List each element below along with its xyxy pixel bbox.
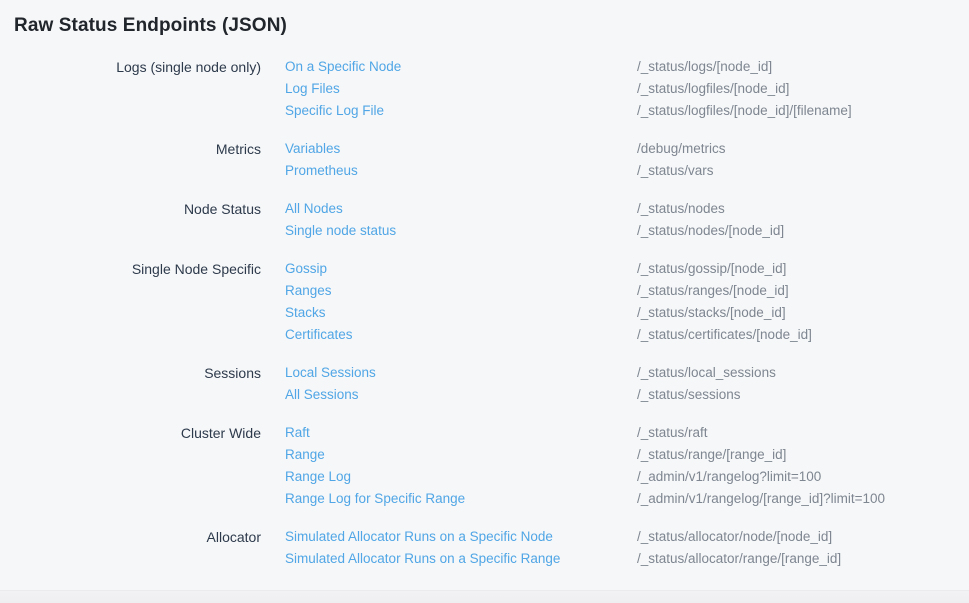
endpoint-link[interactable]: Prometheus	[285, 160, 637, 182]
endpoint-link[interactable]: Stacks	[285, 302, 637, 324]
endpoint-path: /_status/certificates/[node_id]	[637, 324, 812, 346]
endpoint-row: Simulated Allocator Runs on a Specific N…	[285, 526, 969, 548]
endpoint-group: Allocator Simulated Allocator Runs on a …	[0, 526, 969, 570]
endpoint-path: /_admin/v1/rangelog?limit=100	[637, 466, 821, 488]
category-label: Sessions	[0, 362, 285, 406]
category-label: Single Node Specific	[0, 258, 285, 346]
endpoint-path: /_status/logs/[node_id]	[637, 56, 772, 78]
category-label: Metrics	[0, 138, 285, 182]
page-title: Raw Status Endpoints (JSON)	[14, 13, 969, 39]
endpoint-row: Local Sessions /_status/local_sessions	[285, 362, 969, 384]
endpoint-path: /_status/allocator/range/[range_id]	[637, 548, 841, 570]
endpoint-link[interactable]: Specific Log File	[285, 100, 637, 122]
endpoint-link[interactable]: Local Sessions	[285, 362, 637, 384]
endpoint-rows: Local Sessions /_status/local_sessions A…	[285, 362, 969, 406]
endpoint-path: /_admin/v1/rangelog/[range_id]?limit=100	[637, 488, 885, 510]
endpoint-link[interactable]: Simulated Allocator Runs on a Specific R…	[285, 548, 637, 570]
endpoint-row: Gossip /_status/gossip/[node_id]	[285, 258, 969, 280]
endpoint-row: On a Specific Node /_status/logs/[node_i…	[285, 56, 969, 78]
endpoint-group: Logs (single node only) On a Specific No…	[0, 56, 969, 122]
endpoint-row: All Nodes /_status/nodes	[285, 198, 969, 220]
endpoint-path: /debug/metrics	[637, 138, 726, 160]
endpoint-rows: Gossip /_status/gossip/[node_id] Ranges …	[285, 258, 969, 346]
endpoint-link[interactable]: Variables	[285, 138, 637, 160]
endpoint-link[interactable]: Raft	[285, 422, 637, 444]
endpoint-row: Prometheus /_status/vars	[285, 160, 969, 182]
endpoint-path: /_status/nodes/[node_id]	[637, 220, 784, 242]
endpoint-path: /_status/ranges/[node_id]	[637, 280, 789, 302]
endpoint-link[interactable]: Ranges	[285, 280, 637, 302]
category-label: Allocator	[0, 526, 285, 570]
endpoint-link[interactable]: Gossip	[285, 258, 637, 280]
endpoint-path: /_status/logfiles/[node_id]/[filename]	[637, 100, 852, 122]
endpoint-row: Log Files /_status/logfiles/[node_id]	[285, 78, 969, 100]
category-label: Cluster Wide	[0, 422, 285, 510]
endpoint-path: /_status/local_sessions	[637, 362, 776, 384]
endpoint-path: /_status/logfiles/[node_id]	[637, 78, 789, 100]
endpoint-row: Range /_status/range/[range_id]	[285, 444, 969, 466]
endpoint-path: /_status/gossip/[node_id]	[637, 258, 786, 280]
endpoint-row: Certificates /_status/certificates/[node…	[285, 324, 969, 346]
endpoint-link[interactable]: All Sessions	[285, 384, 637, 406]
endpoint-path: /_status/allocator/node/[node_id]	[637, 526, 832, 548]
endpoint-row: Raft /_status/raft	[285, 422, 969, 444]
endpoint-link[interactable]: Certificates	[285, 324, 637, 346]
endpoint-row: All Sessions /_status/sessions	[285, 384, 969, 406]
endpoint-row: Ranges /_status/ranges/[node_id]	[285, 280, 969, 302]
endpoint-rows: Variables /debug/metrics Prometheus /_st…	[285, 138, 969, 182]
endpoint-link[interactable]: All Nodes	[285, 198, 637, 220]
endpoint-path: /_status/range/[range_id]	[637, 444, 786, 466]
category-label: Logs (single node only)	[0, 56, 285, 122]
category-label: Node Status	[0, 198, 285, 242]
footer-strip	[0, 590, 969, 603]
endpoint-rows: Simulated Allocator Runs on a Specific N…	[285, 526, 969, 570]
endpoint-rows: Raft /_status/raft Range /_status/range/…	[285, 422, 969, 510]
endpoint-group: Node Status All Nodes /_status/nodes Sin…	[0, 198, 969, 242]
endpoint-row: Stacks /_status/stacks/[node_id]	[285, 302, 969, 324]
endpoint-path: /_status/nodes	[637, 198, 725, 220]
endpoint-link[interactable]: Range	[285, 444, 637, 466]
endpoint-row: Range Log for Specific Range /_admin/v1/…	[285, 488, 969, 510]
endpoint-table: Logs (single node only) On a Specific No…	[0, 56, 969, 570]
endpoint-row: Specific Log File /_status/logfiles/[nod…	[285, 100, 969, 122]
endpoint-group: Sessions Local Sessions /_status/local_s…	[0, 362, 969, 406]
endpoint-rows: All Nodes /_status/nodes Single node sta…	[285, 198, 969, 242]
endpoint-link[interactable]: Range Log	[285, 466, 637, 488]
endpoint-path: /_status/sessions	[637, 384, 741, 406]
endpoint-link[interactable]: Single node status	[285, 220, 637, 242]
endpoint-path: /_status/stacks/[node_id]	[637, 302, 786, 324]
endpoint-link[interactable]: Log Files	[285, 78, 637, 100]
endpoint-group: Metrics Variables /debug/metrics Prometh…	[0, 138, 969, 182]
endpoint-path: /_status/raft	[637, 422, 708, 444]
endpoint-group: Single Node Specific Gossip /_status/gos…	[0, 258, 969, 346]
endpoint-path: /_status/vars	[637, 160, 714, 182]
endpoint-link[interactable]: On a Specific Node	[285, 56, 637, 78]
endpoint-rows: On a Specific Node /_status/logs/[node_i…	[285, 56, 969, 122]
endpoint-row: Variables /debug/metrics	[285, 138, 969, 160]
endpoint-link[interactable]: Range Log for Specific Range	[285, 488, 637, 510]
endpoint-link[interactable]: Simulated Allocator Runs on a Specific N…	[285, 526, 637, 548]
endpoint-row: Single node status /_status/nodes/[node_…	[285, 220, 969, 242]
endpoint-row: Range Log /_admin/v1/rangelog?limit=100	[285, 466, 969, 488]
endpoint-group: Cluster Wide Raft /_status/raft Range /_…	[0, 422, 969, 510]
endpoint-row: Simulated Allocator Runs on a Specific R…	[285, 548, 969, 570]
